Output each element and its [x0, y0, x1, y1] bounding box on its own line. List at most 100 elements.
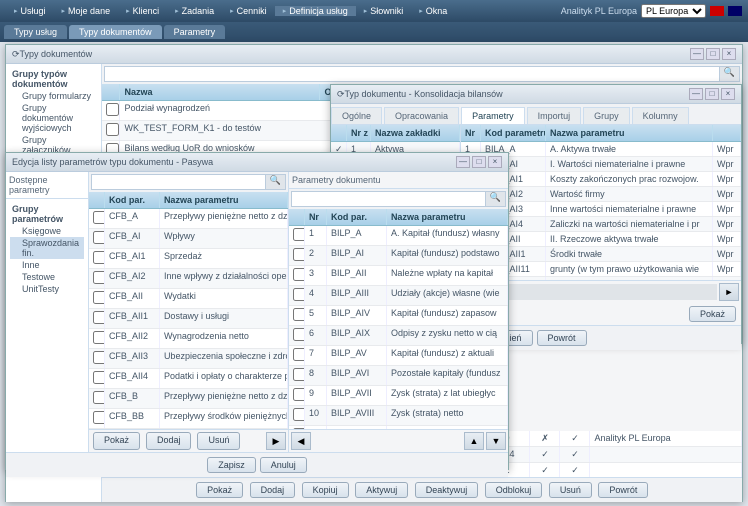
- row-checkbox[interactable]: [293, 288, 305, 301]
- table-row[interactable]: 1BILP_AA. Kapitał (fundusz) własny: [289, 226, 508, 246]
- menu-uslugi[interactable]: Usługi: [6, 6, 54, 16]
- col-nazwa[interactable]: Nazwa: [120, 84, 320, 100]
- row-checkbox[interactable]: [93, 351, 105, 364]
- col-nazwa[interactable]: Nazwa parametru: [546, 125, 713, 141]
- row-checkbox[interactable]: [293, 328, 305, 341]
- table-row[interactable]: 7BILP_AVKapitał (fundusz) z aktuali: [289, 346, 508, 366]
- table-row[interactable]: 4BILP_AIIIUdziały (akcje) własne (wie: [289, 286, 508, 306]
- table-row[interactable]: 6BILP_AIXOdpisy z zysku netto w cią: [289, 326, 508, 346]
- tab-kolumny[interactable]: Kolumny: [632, 107, 689, 124]
- tree-root[interactable]: Grupy typów dokumentów: [10, 68, 97, 90]
- flag-pl-icon[interactable]: [710, 6, 724, 16]
- tree-node[interactable]: Grupy formularzy: [10, 90, 97, 102]
- row-checkbox[interactable]: [293, 228, 305, 241]
- tab-importuj[interactable]: Importuj: [527, 107, 582, 124]
- move-down-icon[interactable]: ▼: [486, 432, 506, 450]
- anuluj-button[interactable]: Anuluj: [260, 457, 307, 473]
- row-checkbox[interactable]: [293, 248, 305, 261]
- col-kod[interactable]: Kod par.: [105, 192, 160, 208]
- table-row[interactable]: CFB_AI1Sprzedaż: [89, 249, 288, 269]
- tab-parametry[interactable]: Parametry: [164, 25, 226, 39]
- table-row[interactable]: CFB_BBPrzepływy środków pieniężnych z dz…: [89, 409, 288, 429]
- pokaz-button[interactable]: Pokaż: [689, 306, 736, 322]
- refresh-icon[interactable]: ⟳: [337, 89, 345, 100]
- table-row[interactable]: 8BILP_AVIPozostałe kapitały (fundusz: [289, 366, 508, 386]
- row-checkbox[interactable]: [93, 271, 105, 284]
- row-checkbox[interactable]: [93, 311, 105, 324]
- pokaz-button[interactable]: Pokaż: [196, 482, 243, 498]
- row-checkbox[interactable]: [293, 268, 305, 281]
- tab-ogolne[interactable]: Ogólne: [331, 107, 382, 124]
- col-kod[interactable]: Kod par.: [327, 209, 387, 225]
- scrollbar[interactable]: [485, 284, 717, 300]
- close-button[interactable]: ×: [722, 48, 736, 60]
- search-button[interactable]: 🔍: [486, 191, 506, 207]
- aktywuj-button[interactable]: Aktywuj: [355, 482, 408, 498]
- close-button[interactable]: ×: [488, 156, 502, 168]
- tab-typy-uslug[interactable]: Typy usług: [4, 25, 67, 39]
- menu-zadania[interactable]: Zadania: [167, 6, 222, 16]
- table-row[interactable]: 10BILP_AVIIIZysk (strata) netto: [289, 406, 508, 426]
- menu-okna[interactable]: Okna: [411, 6, 455, 16]
- col-nr[interactable]: Nr: [461, 125, 481, 141]
- row-checkbox[interactable]: [93, 391, 105, 404]
- region-select[interactable]: PL Europa: [641, 4, 706, 18]
- minimize-button[interactable]: —: [690, 48, 704, 60]
- dodaj-button[interactable]: Dodaj: [146, 432, 192, 450]
- col-kod[interactable]: Kod parametru: [481, 125, 546, 141]
- col-nazwa[interactable]: Nazwa parametru: [387, 209, 508, 225]
- move-right-icon[interactable]: ▶: [266, 432, 286, 450]
- table-row[interactable]: CFB_BPrzepływy pieniężne netto z działal…: [89, 389, 288, 409]
- table-row[interactable]: 2BILP_AIKapitał (fundusz) podstawo: [289, 246, 508, 266]
- menu-definicja[interactable]: Definicja usług: [275, 6, 356, 16]
- row-checkbox[interactable]: [106, 103, 119, 116]
- table-row[interactable]: CFB_AI2Inne wpływy z działalności operac…: [89, 269, 288, 289]
- row-checkbox[interactable]: [93, 211, 105, 224]
- table-row[interactable]: 3BILP_AIINależne wpłaty na kapitał: [289, 266, 508, 286]
- pokaz-button[interactable]: Pokaż: [93, 432, 140, 450]
- menu-slowniki[interactable]: Słowniki: [356, 6, 412, 16]
- row-checkbox[interactable]: [93, 251, 105, 264]
- row-checkbox[interactable]: [293, 368, 305, 381]
- row-checkbox[interactable]: [93, 291, 105, 304]
- tree-node[interactable]: Sprawozdania fin.: [10, 237, 84, 259]
- table-row[interactable]: 9BILP_AVIIZysk (strata) z lat ubiegłyc: [289, 386, 508, 406]
- search-button[interactable]: 🔍: [720, 66, 740, 82]
- row-checkbox[interactable]: [293, 408, 305, 421]
- usun-button[interactable]: Usuń: [549, 482, 592, 498]
- dodaj-button[interactable]: Dodaj: [250, 482, 296, 498]
- table-row[interactable]: CFB_AII4Podatki i opłaty o charakterze p…: [89, 369, 288, 389]
- zapisz-button[interactable]: Zapisz: [207, 457, 256, 473]
- search-input[interactable]: [291, 191, 486, 207]
- minimize-button[interactable]: —: [689, 88, 703, 100]
- tree-node[interactable]: Grupy dokumentów wyjściowych: [10, 102, 97, 134]
- table-row[interactable]: CFB_AIWpływy: [89, 229, 288, 249]
- menu-cenniki[interactable]: Cenniki: [222, 6, 275, 16]
- row-checkbox[interactable]: [93, 371, 105, 384]
- col-nr[interactable]: Nr: [305, 209, 327, 225]
- minimize-button[interactable]: —: [456, 156, 470, 168]
- scroll-right-icon[interactable]: ►: [719, 283, 739, 301]
- row-checkbox[interactable]: [293, 348, 305, 361]
- row-checkbox[interactable]: [93, 331, 105, 344]
- menu-moje-dane[interactable]: Moje dane: [54, 6, 119, 16]
- row-checkbox[interactable]: [293, 388, 305, 401]
- tab-parametry[interactable]: Parametry: [461, 107, 525, 124]
- tree-node[interactable]: Inne: [10, 259, 84, 271]
- move-up-icon[interactable]: ▲: [464, 432, 484, 450]
- maximize-button[interactable]: □: [706, 48, 720, 60]
- tab-opracowania[interactable]: Opracowania: [384, 107, 459, 124]
- table-row[interactable]: CFB_APrzepływy pieniężne netto z działal…: [89, 209, 288, 229]
- flag-uk-icon[interactable]: [728, 6, 742, 16]
- table-row[interactable]: 5BILP_AIVKapitał (fundusz) zapasow: [289, 306, 508, 326]
- row-checkbox[interactable]: [93, 231, 105, 244]
- tab-typy-dokumentow[interactable]: Typy dokumentów: [69, 25, 162, 39]
- row-checkbox[interactable]: [93, 411, 105, 424]
- tree-node[interactable]: Księgowe: [10, 225, 84, 237]
- table-row[interactable]: CFB_AIIWydatki: [89, 289, 288, 309]
- row-checkbox[interactable]: [106, 123, 119, 136]
- row-checkbox[interactable]: [293, 308, 305, 321]
- maximize-button[interactable]: □: [705, 88, 719, 100]
- col-nrz[interactable]: Nr z: [347, 125, 371, 141]
- powrot-button[interactable]: Powrót: [537, 330, 587, 346]
